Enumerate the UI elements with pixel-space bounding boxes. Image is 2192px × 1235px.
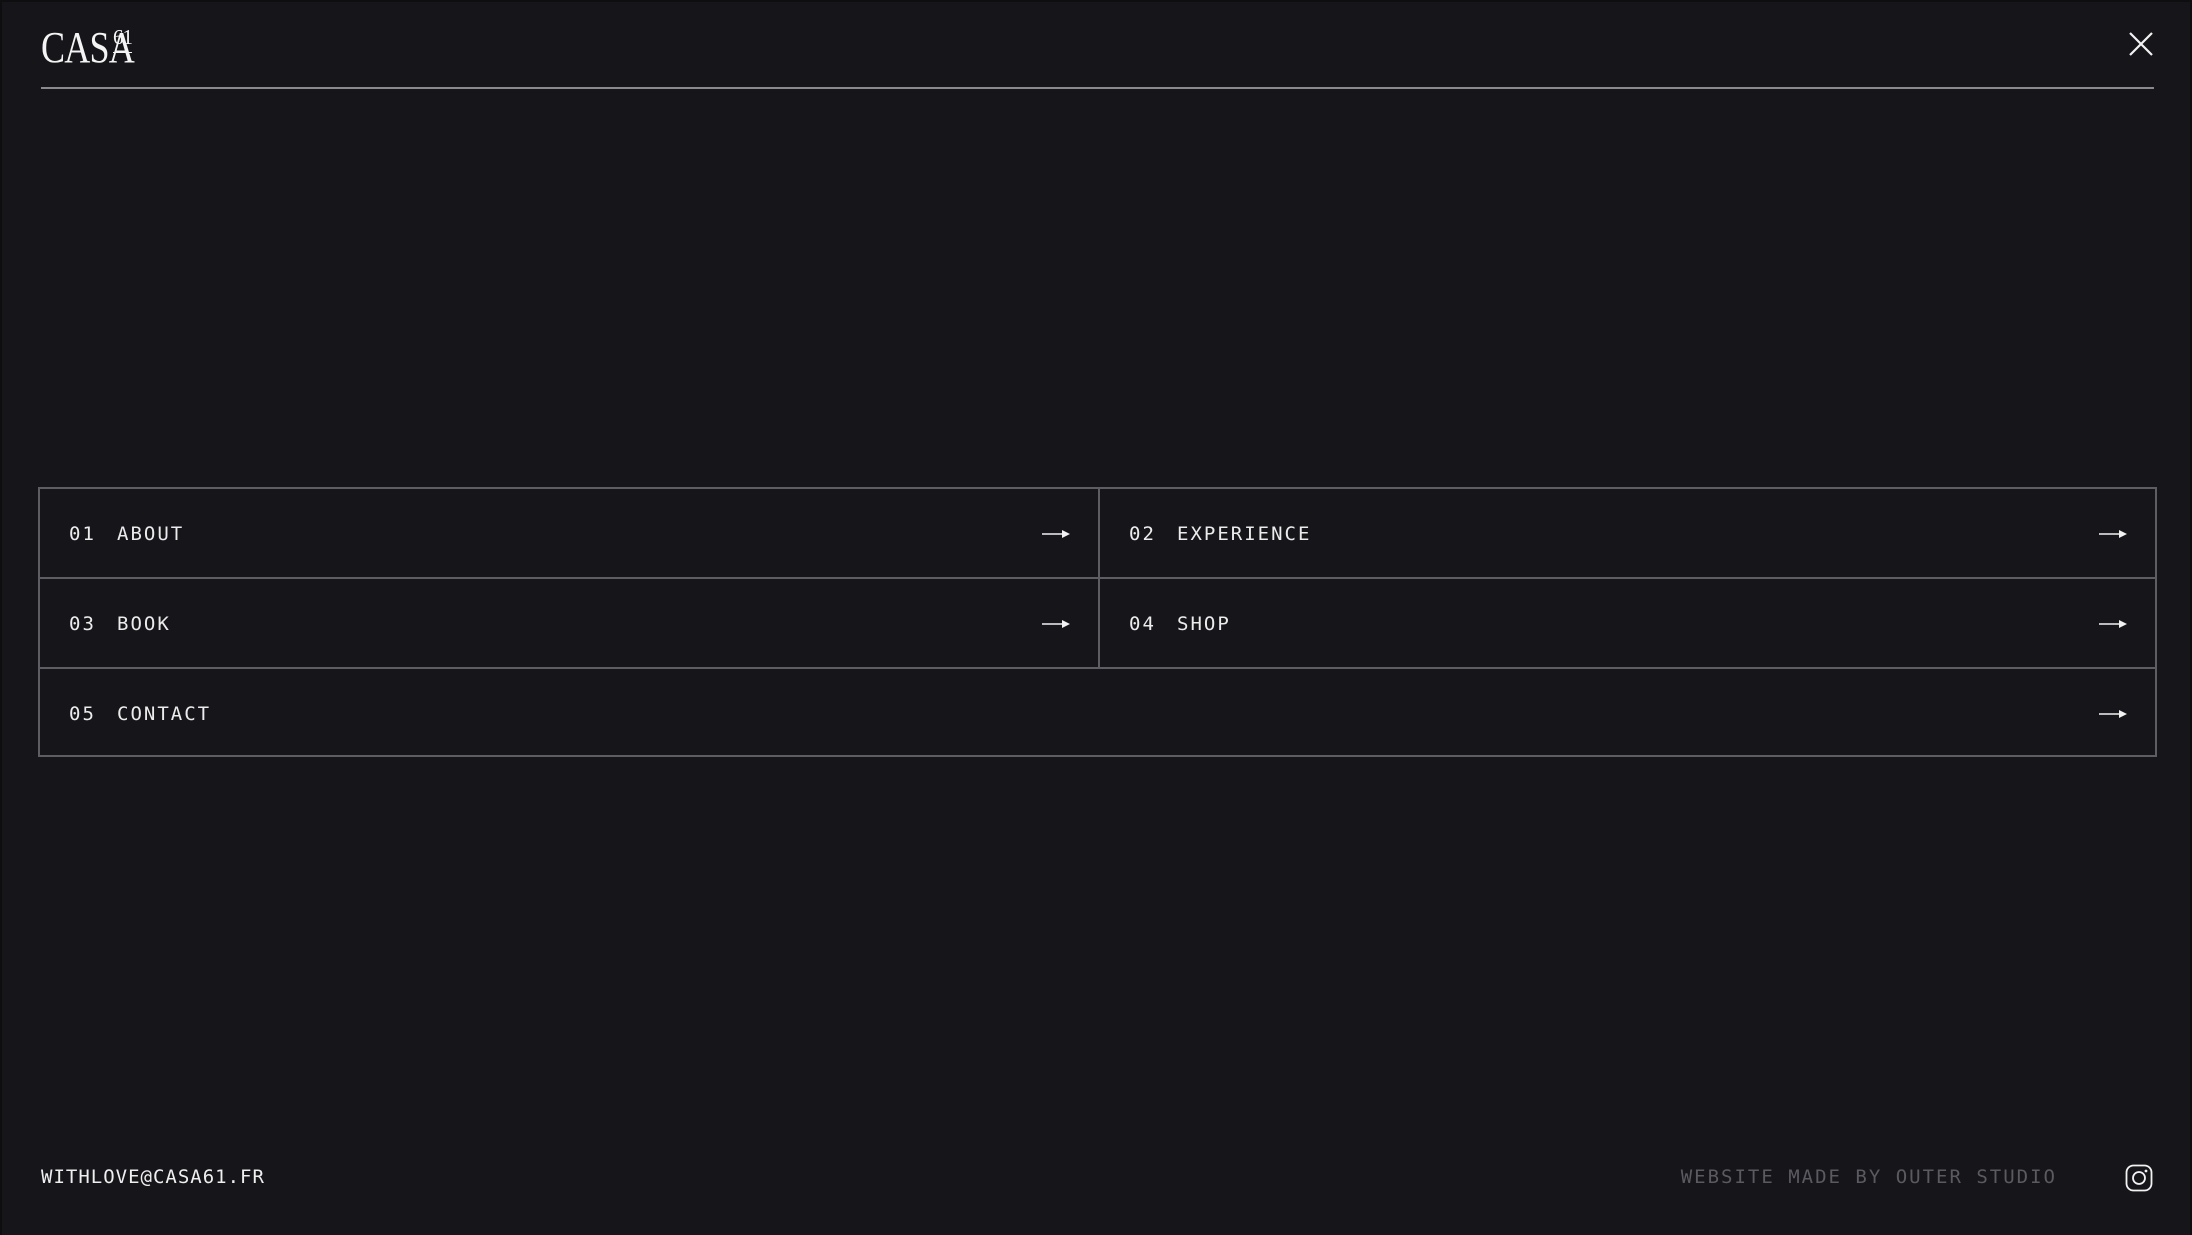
credit-link[interactable]: WEBSITE MADE BY OUTER STUDIO: [1681, 1166, 2057, 1188]
instagram-icon: [2125, 1164, 2153, 1192]
menu-item-book[interactable]: 03 BOOK: [40, 579, 1098, 669]
instagram-link[interactable]: [2125, 1164, 2153, 1192]
header-divider: [41, 87, 2154, 89]
logo[interactable]: CASA 61: [41, 23, 135, 72]
menu-item-number: 02: [1129, 523, 1156, 545]
main-menu: 01 ABOUT 02 EXPERIENCE 03 BOOK 04 SHOP 0…: [38, 487, 2157, 757]
menu-item-shop[interactable]: 04 SHOP: [1100, 579, 2155, 669]
close-icon: [2129, 32, 2153, 56]
arrow-right-icon: [1042, 620, 1070, 628]
menu-item-label: CONTACT: [117, 703, 212, 725]
arrow-right-icon: [2099, 710, 2127, 718]
menu-item-contact[interactable]: 05 CONTACT: [40, 669, 2155, 759]
menu-item-label: ABOUT: [117, 523, 185, 545]
menu-item-number: 04: [1129, 613, 1156, 635]
logo-text: CASA: [41, 23, 135, 72]
arrow-right-icon: [2099, 530, 2127, 538]
arrow-right-icon: [1042, 530, 1070, 538]
close-button[interactable]: [2128, 31, 2154, 57]
arrow-right-icon: [2099, 620, 2127, 628]
menu-item-number: 05: [69, 703, 96, 725]
menu-item-number: 03: [69, 613, 96, 635]
menu-item-number: 01: [69, 523, 96, 545]
menu-item-about[interactable]: 01 ABOUT: [40, 489, 1098, 579]
menu-item-label: EXPERIENCE: [1177, 523, 1312, 545]
email-link[interactable]: WITHLOVE@CASA61.FR: [41, 1166, 265, 1188]
menu-item-label: SHOP: [1177, 613, 1231, 635]
menu-item-label: BOOK: [117, 613, 171, 635]
menu-item-experience[interactable]: 02 EXPERIENCE: [1100, 489, 2155, 579]
menu-overlay: CASA 61 01 ABOUT 02 EXPERIENCE 03 BOOK 0…: [0, 0, 2192, 1235]
